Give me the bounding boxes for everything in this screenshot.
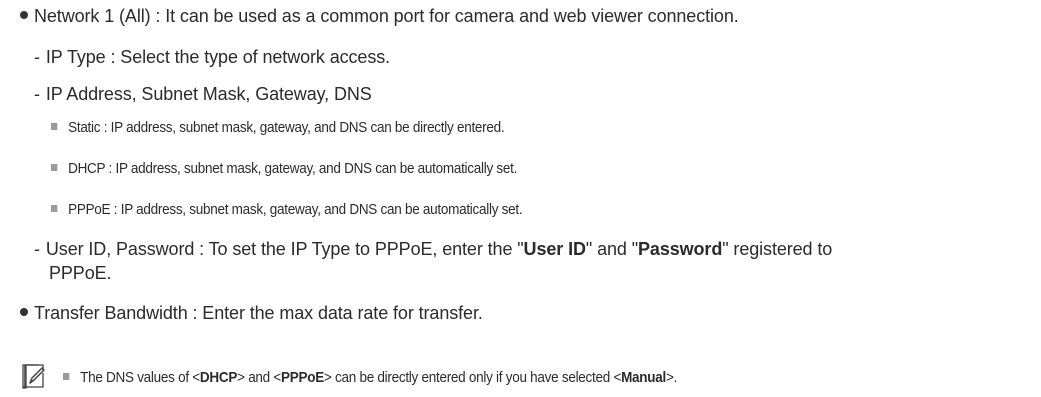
dhcp-text: DHCP : IP address, subnet mask, gateway,… bbox=[68, 160, 518, 177]
note-dhcp: DHCP bbox=[199, 369, 238, 386]
user-cont-text: PPPoE. bbox=[49, 263, 112, 283]
item-user-id: - User ID, Password : To set the IP Type … bbox=[34, 239, 832, 260]
manual-page: { "network": { "title": "Network 1 (All)… bbox=[0, 0, 1041, 397]
square-bullet-icon bbox=[51, 163, 58, 171]
bullet-dot-icon bbox=[20, 308, 28, 317]
bullet-bandwidth: Transfer Bandwidth : Enter the max data … bbox=[20, 303, 483, 324]
ip-type-text: IP Type : Select the type of network acc… bbox=[45, 47, 391, 67]
user-post-text: " registered to bbox=[722, 239, 833, 259]
square-bullet-icon bbox=[51, 204, 58, 212]
note-pre: The DNS values of < bbox=[80, 369, 200, 386]
note-line: The DNS values of <DHCP> and <PPPoE> can… bbox=[63, 369, 677, 386]
note-mid2: > can be directly entered only if you ha… bbox=[323, 369, 622, 386]
network-title: Network 1 (All) : It can be used as a co… bbox=[34, 6, 739, 26]
dash-marker: - bbox=[34, 47, 40, 67]
item-ip-address: - IP Address, Subnet Mask, Gateway, DNS bbox=[34, 84, 372, 105]
ip-address-text: IP Address, Subnet Mask, Gateway, DNS bbox=[45, 84, 372, 104]
item-dhcp: DHCP : IP address, subnet mask, gateway,… bbox=[51, 160, 517, 177]
pppoe-text: PPPoE : IP address, subnet mask, gateway… bbox=[68, 201, 523, 218]
bullet-network: Network 1 (All) : It can be used as a co… bbox=[20, 6, 739, 27]
item-ip-type: - IP Type : Select the type of network ac… bbox=[34, 47, 390, 68]
static-text: Static : IP address, subnet mask, gatewa… bbox=[68, 119, 505, 136]
user-pre-text: User ID, Password : To set the IP Type t… bbox=[45, 239, 524, 259]
password-label: Password bbox=[638, 239, 723, 259]
user-id-label: User ID bbox=[523, 239, 586, 259]
bullet-dot-icon bbox=[20, 11, 28, 20]
user-mid-text: " and " bbox=[585, 239, 638, 259]
square-bullet-icon bbox=[63, 372, 70, 380]
square-bullet-icon bbox=[51, 122, 58, 130]
bandwidth-text: Transfer Bandwidth : Enter the max data … bbox=[34, 303, 483, 323]
note-manual: Manual bbox=[621, 369, 666, 386]
note-pencil-icon bbox=[22, 364, 45, 389]
item-static: Static : IP address, subnet mask, gatewa… bbox=[51, 119, 505, 136]
dash-marker: - bbox=[34, 84, 40, 104]
note-pppoe: PPPoE bbox=[281, 369, 324, 386]
item-user-id-cont: PPPoE. bbox=[49, 263, 112, 284]
dash-marker: - bbox=[34, 239, 40, 259]
note-post: >. bbox=[665, 369, 678, 386]
note-mid1: > and < bbox=[237, 369, 282, 386]
item-pppoe: PPPoE : IP address, subnet mask, gateway… bbox=[51, 201, 523, 218]
